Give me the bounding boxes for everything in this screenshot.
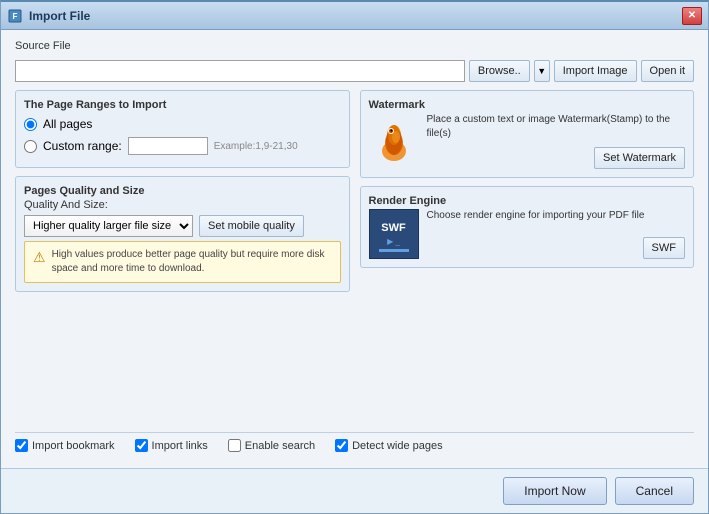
quality-row: Higher quality larger file size Set mobi… <box>24 215 341 237</box>
set-watermark-button[interactable]: Set Watermark <box>594 147 685 169</box>
enable-search-checkbox-item[interactable]: Enable search <box>228 439 315 452</box>
import-bookmark-checkbox-item[interactable]: Import bookmark <box>15 439 115 452</box>
all-pages-row: All pages <box>24 117 341 131</box>
page-ranges-panel: The Page Ranges to Import All pages Cust… <box>15 90 350 168</box>
set-mobile-quality-button[interactable]: Set mobile quality <box>199 215 304 237</box>
all-pages-label: All pages <box>43 117 92 131</box>
right-column: Watermark <box>360 90 695 424</box>
main-content: Source File Browse.. ▼ Import Image Open… <box>1 30 708 468</box>
svg-text:F: F <box>13 12 18 21</box>
import-bookmark-checkbox[interactable] <box>15 439 28 452</box>
radio-group: All pages Custom range: Example:1,9-21,3… <box>24 113 341 159</box>
enable-search-checkbox[interactable] <box>228 439 241 452</box>
render-info: Choose render engine for importing your … <box>427 209 686 259</box>
all-pages-radio[interactable] <box>24 118 37 131</box>
warning-text: High values produce better page quality … <box>52 248 332 276</box>
source-file-section: Source File Browse.. ▼ Import Image Open… <box>15 40 694 82</box>
checkboxes-row: Import bookmark Import links Enable sear… <box>15 432 694 458</box>
quality-title: Pages Quality and Size <box>24 185 341 197</box>
page-ranges-title: The Page Ranges to Import <box>24 99 341 111</box>
quality-select[interactable]: Higher quality larger file size <box>24 215 193 237</box>
source-file-label: Source File <box>15 40 694 52</box>
quality-subtitle: Quality And Size: <box>24 199 341 211</box>
swf-button[interactable]: SWF <box>643 237 685 259</box>
custom-range-input[interactable] <box>128 137 208 155</box>
left-column: The Page Ranges to Import All pages Cust… <box>15 90 350 424</box>
import-links-checkbox-item[interactable]: Import links <box>135 439 208 452</box>
watermark-info: Place a custom text or image Watermark(S… <box>427 113 686 169</box>
quality-section: Pages Quality and Size Quality And Size:… <box>15 176 350 292</box>
detect-wide-checkbox[interactable] <box>335 439 348 452</box>
watermark-logo <box>369 113 419 163</box>
watermark-content: Place a custom text or image Watermark(S… <box>369 113 686 169</box>
title-bar: F Import File ✕ <box>1 2 708 30</box>
import-image-button[interactable]: Import Image <box>554 60 637 82</box>
window-title: Import File <box>29 9 682 23</box>
browse-dropdown-arrow[interactable]: ▼ <box>534 60 550 82</box>
import-links-label: Import links <box>152 440 208 452</box>
custom-range-radio[interactable] <box>24 140 37 153</box>
render-desc: Choose render engine for importing your … <box>427 209 686 223</box>
watermark-desc: Place a custom text or image Watermark(S… <box>427 113 686 141</box>
window-icon: F <box>7 8 23 24</box>
source-file-input[interactable] <box>15 60 465 82</box>
source-file-row: Browse.. ▼ Import Image Open it <box>15 60 694 82</box>
middle-row: The Page Ranges to Import All pages Cust… <box>15 90 694 424</box>
warning-icon: ⚠ <box>33 249 46 266</box>
cancel-button[interactable]: Cancel <box>615 477 694 505</box>
import-now-button[interactable]: Import Now <box>503 477 606 505</box>
enable-search-label: Enable search <box>245 440 315 452</box>
render-engine-title: Render Engine <box>369 195 686 207</box>
browse-button[interactable]: Browse.. <box>469 60 530 82</box>
render-engine-panel: Render Engine SWF ▶ _ Choose render engi… <box>360 186 695 268</box>
watermark-title: Watermark <box>369 99 686 111</box>
watermark-panel: Watermark <box>360 90 695 178</box>
custom-range-row: Custom range: Example:1,9-21,30 <box>24 137 341 155</box>
detect-wide-checkbox-item[interactable]: Detect wide pages <box>335 439 443 452</box>
open-it-button[interactable]: Open it <box>641 60 694 82</box>
close-button[interactable]: ✕ <box>682 7 702 25</box>
detect-wide-label: Detect wide pages <box>352 440 443 452</box>
range-hint: Example:1,9-21,30 <box>214 141 298 152</box>
render-content: SWF ▶ _ Choose render engine for importi… <box>369 209 686 259</box>
import-bookmark-label: Import bookmark <box>32 440 115 452</box>
main-window: F Import File ✕ Source File Browse.. ▼ I… <box>0 0 709 514</box>
custom-range-label: Custom range: <box>43 139 122 153</box>
import-links-checkbox[interactable] <box>135 439 148 452</box>
bottom-bar: Import Now Cancel <box>1 468 708 513</box>
render-logo: SWF ▶ _ <box>369 209 419 259</box>
warning-box: ⚠ High values produce better page qualit… <box>24 241 341 283</box>
